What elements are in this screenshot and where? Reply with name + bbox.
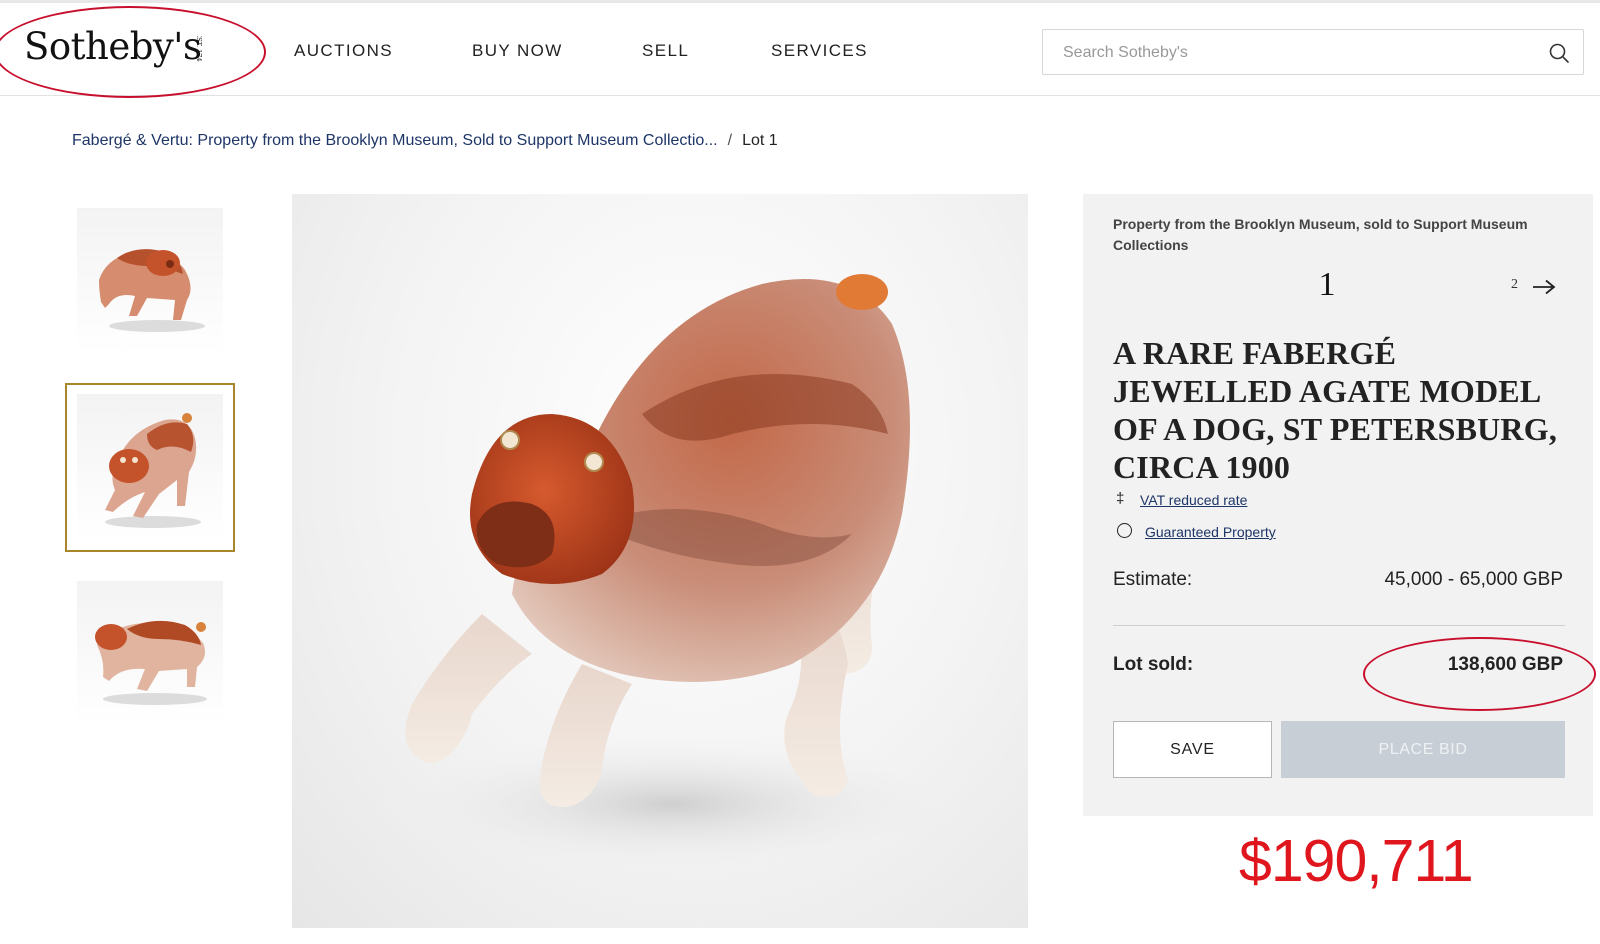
- search-input[interactable]: [1063, 40, 1523, 66]
- lot-sold-label: Lot sold:: [1113, 654, 1194, 675]
- guaranteed-property-link[interactable]: Guaranteed Property: [1145, 524, 1276, 540]
- place-bid-button[interactable]: PLACE BID: [1281, 721, 1565, 778]
- nav-auctions[interactable]: AUCTIONS: [294, 41, 393, 61]
- main-lot-image[interactable]: [292, 194, 1028, 928]
- sothebys-logo[interactable]: Sotheby's: [24, 25, 202, 68]
- estimate-value: 45,000 - 65,000 GBP: [1384, 569, 1563, 590]
- breadcrumb-separator: /: [727, 132, 733, 149]
- dog-thumbnail-image: [95, 620, 207, 705]
- usd-price-annotation: $190,711: [1239, 828, 1474, 894]
- logo-est-1744: EST. 1744: [195, 32, 203, 65]
- logo-est-text: EST. 1744: [195, 36, 203, 62]
- panel-divider: [1113, 625, 1565, 626]
- sold-price-highlight-ring: [1363, 637, 1596, 711]
- breadcrumb-current-lot: Lot 1: [742, 132, 778, 149]
- logo-est-mark: EST. 1744: [191, 32, 211, 65]
- next-arrow-icon[interactable]: [1531, 279, 1557, 295]
- search-box[interactable]: [1042, 29, 1584, 75]
- lot-provenance: Property from the Brooklyn Museum, sold …: [1113, 216, 1528, 253]
- vat-reduced-rate-link[interactable]: VAT reduced rate: [1140, 492, 1247, 508]
- nav-sell[interactable]: SELL: [642, 41, 689, 61]
- nav-buy-now[interactable]: BUY NOW: [472, 41, 563, 61]
- thumbnail-2[interactable]: [77, 394, 223, 540]
- vat-dagger-icon: ‡: [1116, 490, 1125, 507]
- save-button[interactable]: SAVE: [1113, 721, 1272, 778]
- lot-number: 1: [1318, 266, 1336, 303]
- site-header: Sotheby's EST. 1744 AUCTIONS BUY NOW SEL…: [0, 3, 1600, 98]
- dog-thumbnail-image: [99, 249, 205, 332]
- breadcrumb-auction-link[interactable]: Fabergé & Vertu: Property from the Brook…: [72, 132, 718, 149]
- lot-title: A RARE FABERGÉ JEWELLED AGATE MODEL OF A…: [1113, 335, 1558, 485]
- search-icon[interactable]: [1547, 41, 1571, 65]
- agate-dog-image: [372, 274, 972, 874]
- guaranteed-property-icon: [1117, 523, 1132, 538]
- estimate-label: Estimate:: [1113, 569, 1193, 590]
- breadcrumb: Fabergé & Vertu: Property from the Brook…: [72, 132, 778, 150]
- lot-details-panel: Property from the Brooklyn Museum, sold …: [1083, 194, 1593, 816]
- dog-thumbnail-image: [105, 413, 201, 528]
- nav-services[interactable]: SERVICES: [771, 41, 868, 61]
- thumbnail-1[interactable]: [77, 208, 223, 354]
- thumbnail-3[interactable]: [77, 581, 223, 727]
- next-lot-number[interactable]: 2: [1511, 277, 1518, 293]
